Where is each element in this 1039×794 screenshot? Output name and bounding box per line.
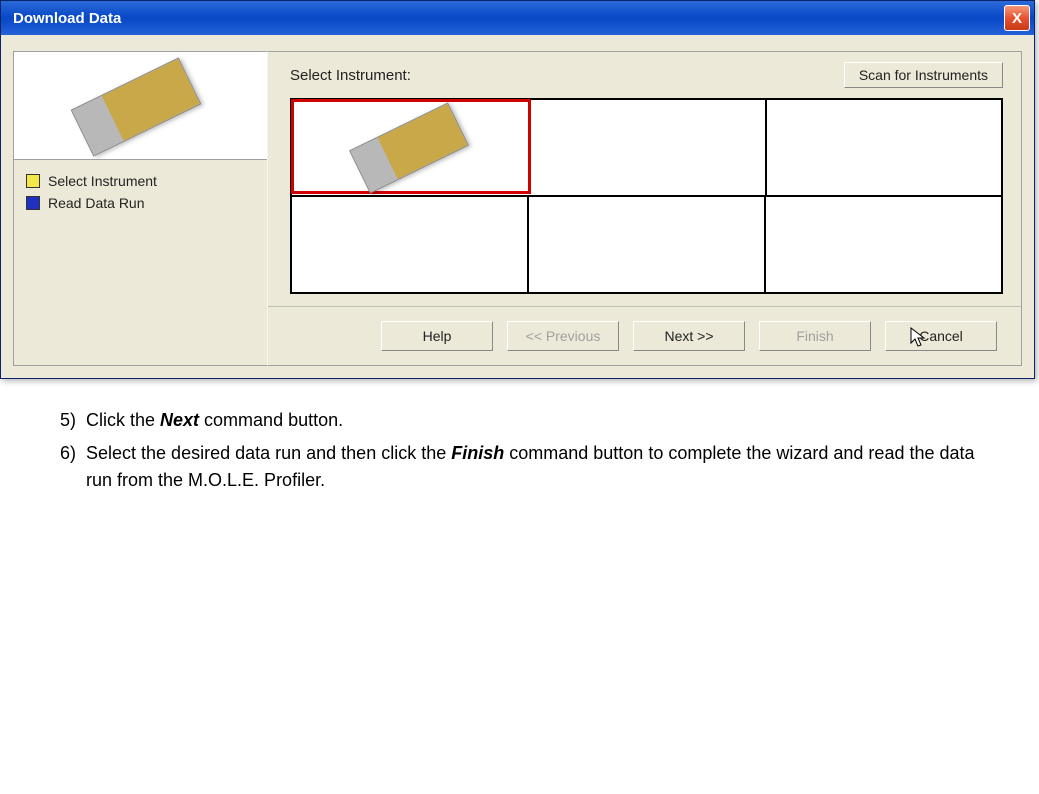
instrument-grid [290, 98, 1003, 294]
close-icon: X [1012, 10, 1022, 27]
step-select-instrument: Select Instrument [26, 170, 255, 192]
dialog-title: Download Data [13, 10, 121, 27]
step-read-data-run: Read Data Run [26, 192, 255, 214]
scan-instruments-button[interactable]: Scan for Instruments [844, 62, 1003, 88]
panel-header: Select Instrument: Scan for Instruments [268, 52, 1021, 98]
step-label: Select Instrument [48, 173, 157, 189]
instruction-item: 6) Select the desired data run and then … [52, 440, 987, 494]
instrument-cell[interactable] [529, 197, 766, 292]
button-row: Help << Previous Next >> Finish Cancel [268, 306, 1021, 365]
instrument-cell-selected[interactable] [291, 99, 531, 194]
main-panel: Select Instrument: Scan for Instruments [268, 51, 1022, 366]
device-icon [66, 67, 216, 145]
step-marker-icon [26, 174, 40, 188]
titlebar: Download Data X [1, 1, 1034, 35]
finish-button[interactable]: Finish [759, 321, 871, 351]
wizard-sidebar: Select Instrument Read Data Run [13, 51, 268, 366]
dialog-body: Select Instrument Read Data Run Select I… [1, 35, 1034, 378]
grid-row [292, 100, 1001, 197]
instrument-cell[interactable] [530, 100, 766, 195]
instruction-number: 6) [52, 440, 76, 494]
step-label: Read Data Run [48, 195, 145, 211]
instruction-number: 5) [52, 407, 76, 434]
instrument-preview [14, 52, 267, 160]
close-button[interactable]: X [1004, 5, 1030, 31]
instruction-text: 5) Click the Next command button. 6) Sel… [52, 407, 987, 494]
main-content: Select Instrument Read Data Run Select I… [13, 51, 1022, 366]
instrument-cell[interactable] [292, 197, 529, 292]
device-icon [346, 112, 476, 182]
instruction-line: Select the desired data run and then cli… [86, 440, 987, 494]
steps-list: Select Instrument Read Data Run [14, 160, 267, 365]
step-marker-icon [26, 196, 40, 210]
help-button[interactable]: Help [381, 321, 493, 351]
download-data-dialog: Download Data X Select Instrument [0, 0, 1035, 379]
cancel-button[interactable]: Cancel [885, 321, 997, 351]
next-button[interactable]: Next >> [633, 321, 745, 351]
instruction-line: Click the Next command button. [86, 407, 987, 434]
instrument-cell[interactable] [766, 197, 1001, 292]
select-instrument-label: Select Instrument: [290, 67, 411, 84]
instrument-cell[interactable] [767, 100, 1001, 195]
previous-button[interactable]: << Previous [507, 321, 619, 351]
grid-row [292, 197, 1001, 292]
instruction-item: 5) Click the Next command button. [52, 407, 987, 434]
